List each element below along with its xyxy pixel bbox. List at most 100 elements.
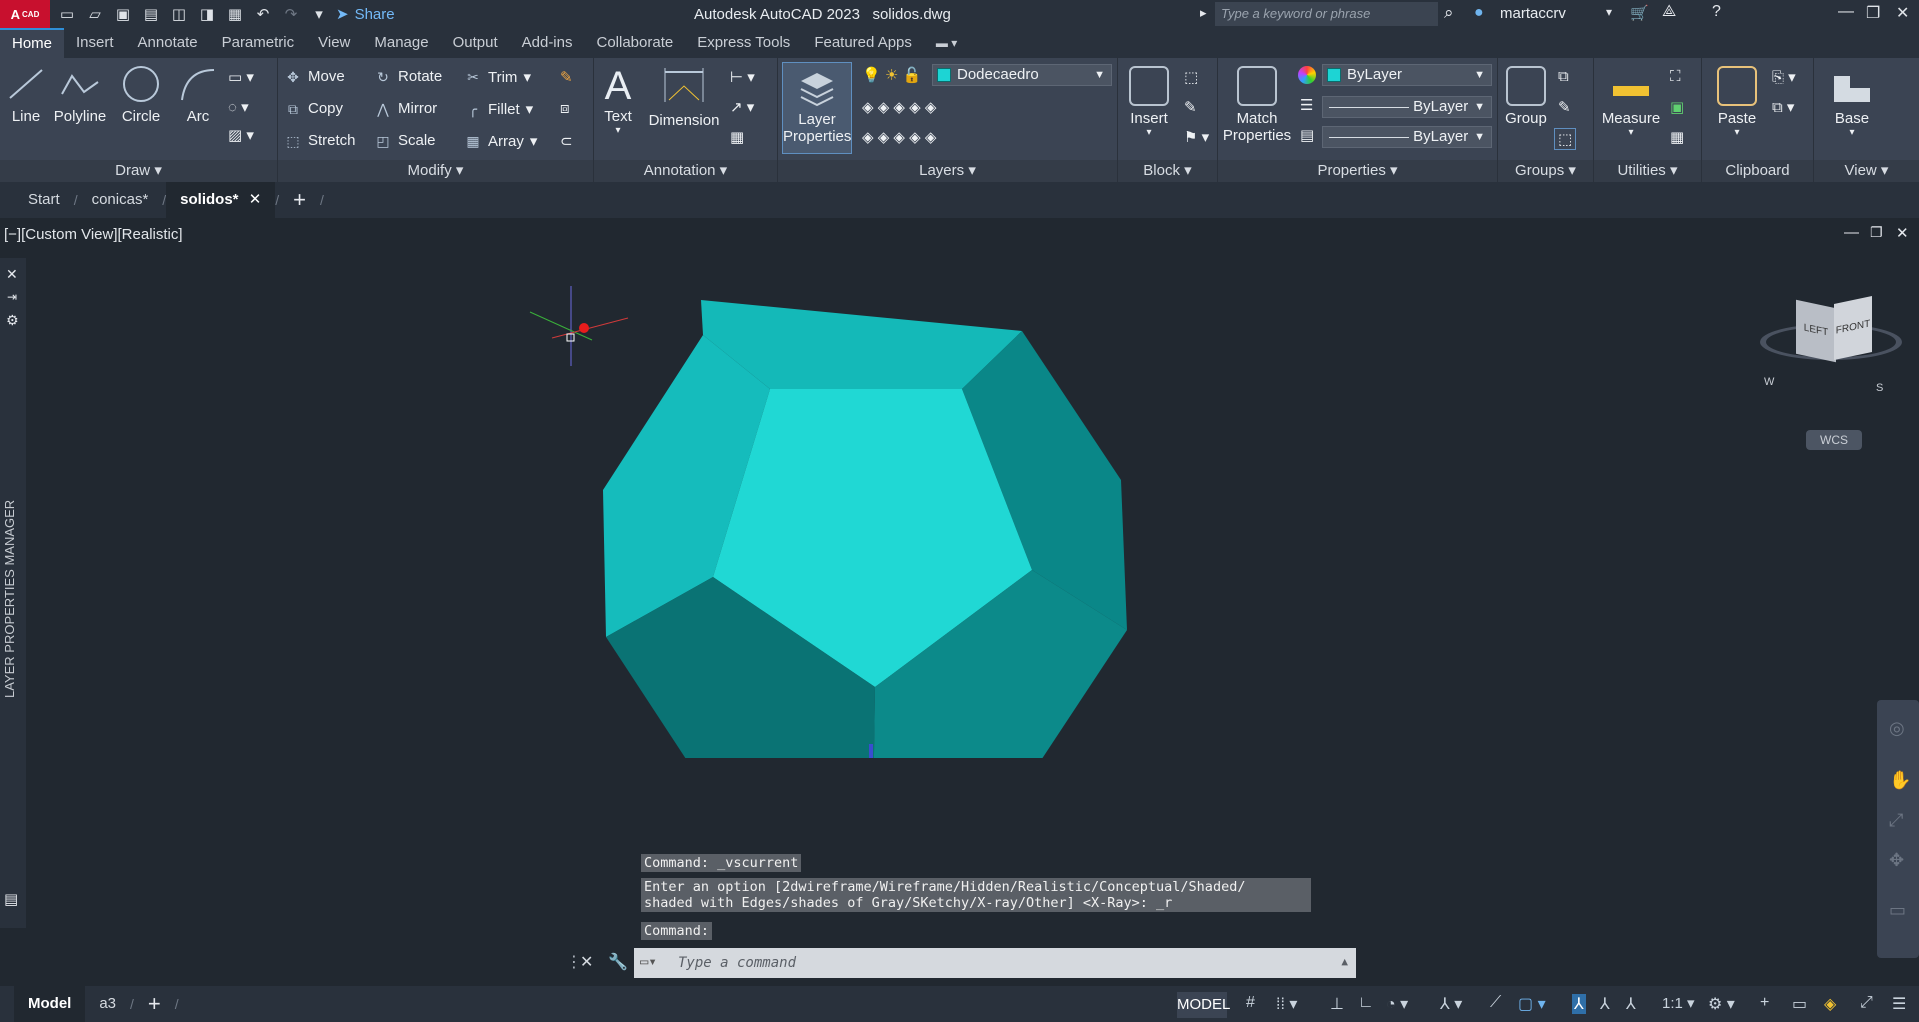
rectangle-icon[interactable]: ▭ ▾ xyxy=(228,68,254,86)
doc-tab-start[interactable]: Start xyxy=(14,182,74,218)
groups-panel-label[interactable]: Groups ▾ xyxy=(1498,160,1593,182)
tab-add-ins[interactable]: Add-ins xyxy=(510,28,585,58)
ungroup-icon[interactable]: ⧉ xyxy=(1558,68,1569,85)
layout-tab-a3[interactable]: a3 xyxy=(85,986,130,1022)
maximize-icon[interactable]: ❐ xyxy=(1866,3,1880,23)
viewcube-left-face[interactable]: LEFT xyxy=(1796,299,1836,363)
tab-manage[interactable]: Manage xyxy=(362,28,440,58)
cut-icon[interactable]: ⎘ ▾ xyxy=(1772,68,1796,86)
save-icon[interactable]: ▣ xyxy=(114,5,132,23)
edit-block-icon[interactable]: ✎ xyxy=(1184,98,1197,116)
share-button[interactable]: ➤ Share xyxy=(336,5,395,24)
table-icon[interactable]: ▦ xyxy=(730,128,744,146)
doc-tab-conicas[interactable]: conicas* xyxy=(78,182,163,218)
annotation-scale-value[interactable]: 1:1 ▾ xyxy=(1662,994,1695,1012)
search-input[interactable]: Type a keyword or phrase xyxy=(1215,2,1438,26)
new-file-icon[interactable]: ▭ xyxy=(58,5,76,23)
wcs-dropdown[interactable]: WCS xyxy=(1806,430,1862,450)
view-panel-label[interactable]: View ▾ xyxy=(1814,160,1919,182)
workspace-gear-icon[interactable]: ⚙ ▾ xyxy=(1708,994,1735,1014)
gradient-icon[interactable]: ▨ ▾ xyxy=(228,126,254,144)
trim-button[interactable]: ✂ Trim ▾ xyxy=(464,68,531,87)
open-folder-icon[interactable]: ▱ xyxy=(86,5,104,23)
block-panel-label[interactable]: Block ▾ xyxy=(1118,160,1217,182)
tab-insert[interactable]: Insert xyxy=(64,28,126,58)
undo-icon[interactable]: ↶ xyxy=(254,5,272,23)
match-properties-button[interactable]: Match Properties xyxy=(1222,66,1292,144)
cart-icon[interactable]: 🛒 xyxy=(1630,4,1649,22)
group-button[interactable]: Group xyxy=(1502,66,1550,127)
print-icon[interactable]: ▦ xyxy=(226,5,244,23)
select-all-icon[interactable]: ▣ xyxy=(1670,98,1684,116)
search-icon[interactable]: ⌕ xyxy=(1444,3,1454,23)
layers-panel-label[interactable]: Layers ▾ xyxy=(778,160,1117,182)
line-button[interactable]: Line xyxy=(6,64,46,125)
model-space-button[interactable]: MODEL xyxy=(1177,992,1230,1018)
ribbon-display-toggle[interactable]: ▬ ▾ xyxy=(924,28,969,58)
modify-panel-label[interactable]: Modify ▾ xyxy=(278,160,593,182)
fillet-button[interactable]: ╭ Fillet ▾ xyxy=(464,100,533,119)
tab-annotate[interactable]: Annotate xyxy=(126,28,210,58)
polar-icon[interactable]: ◔ ▾ xyxy=(1386,994,1408,1014)
annotation-autoscale-icon[interactable]: ⅄ xyxy=(1600,994,1610,1014)
annotation-scale-icon[interactable]: ⅄ xyxy=(1626,994,1636,1014)
linetype-dropdown[interactable]: ByLayer ▼ xyxy=(1322,96,1492,118)
pan-icon[interactable]: ✋ xyxy=(1889,770,1911,791)
isolate-objects-icon[interactable]: ◈ xyxy=(1824,994,1836,1014)
redo-icon[interactable]: ↷ xyxy=(282,5,300,23)
quick-select-icon[interactable]: ⛶ xyxy=(1670,68,1681,85)
snap-icon[interactable]: ⁞⁞ ▾ xyxy=(1276,994,1297,1014)
stretch-button[interactable]: ⬚ Stretch xyxy=(284,132,355,149)
showmotion-icon[interactable]: ▭ xyxy=(1889,900,1906,921)
base-button[interactable]: Base ▾ xyxy=(1824,66,1880,138)
new-layout-icon[interactable]: + xyxy=(134,991,175,1017)
help-icon[interactable]: ? xyxy=(1712,3,1721,21)
annotation-visibility-icon[interactable]: ⅄ xyxy=(1572,994,1586,1014)
explode-icon[interactable]: ⧈ xyxy=(560,100,570,117)
layout-tab-model[interactable]: Model xyxy=(14,986,86,1022)
layer-tools-row1-icon[interactable]: ◈ ◈ ◈ ◈ ◈ xyxy=(862,98,936,116)
customization-menu-icon[interactable]: ☰ xyxy=(1892,994,1906,1014)
calculator-icon[interactable]: ▦ xyxy=(1670,128,1684,146)
insert-button[interactable]: Insert ▾ xyxy=(1124,66,1174,138)
draw-panel-label[interactable]: Draw ▾ xyxy=(0,160,277,182)
customize-toolbar-icon[interactable]: ▾ xyxy=(310,5,328,23)
command-customize-icon[interactable]: 🔧 xyxy=(608,952,628,972)
array-button[interactable]: ▦ Array ▾ xyxy=(464,132,537,151)
autocad-logo[interactable]: A CAD xyxy=(0,0,50,28)
tab-view[interactable]: View xyxy=(306,28,362,58)
viewport-close-icon[interactable]: ✕ xyxy=(1896,224,1909,242)
create-block-icon[interactable]: ⬚ xyxy=(1184,68,1198,86)
object-snap-icon[interactable]: ▢ ▾ xyxy=(1518,994,1546,1014)
utilities-panel-label[interactable]: Utilities ▾ xyxy=(1594,160,1701,182)
paste-button[interactable]: Paste ▾ xyxy=(1712,66,1762,138)
command-input[interactable]: ▭▾ Type a command ▲ xyxy=(634,948,1356,978)
open-web-icon[interactable]: ◫ xyxy=(170,5,188,23)
edit-attributes-icon[interactable]: ⚑ ▾ xyxy=(1184,128,1209,146)
infer-constraints-icon[interactable]: ⊥ xyxy=(1330,994,1344,1014)
palette-close-icon[interactable]: ✕ xyxy=(6,266,18,283)
drawing-viewport[interactable]: [−][Custom View][Realistic] — ❐ ✕ ✕ ⇥ ⚙ … xyxy=(0,218,1919,976)
layer-properties-button[interactable]: Layer Properties xyxy=(782,62,852,154)
close-tab-icon[interactable]: ✕ xyxy=(249,191,262,208)
properties-panel-label[interactable]: Properties ▾ xyxy=(1218,160,1497,182)
color-wheel-icon[interactable] xyxy=(1298,66,1316,84)
annotation-monitor-icon[interactable]: + xyxy=(1760,994,1769,1012)
viewport-restore-icon[interactable]: ❐ xyxy=(1870,224,1883,241)
layer-properties-manager-palette[interactable]: ✕ ⇥ ⚙ LAYER PROPERTIES MANAGER ▤ xyxy=(0,258,26,928)
tab-parametric[interactable]: Parametric xyxy=(210,28,307,58)
lineweight-status-icon[interactable]: ⟋ xyxy=(1490,994,1501,1012)
minimize-icon[interactable]: — xyxy=(1838,3,1854,21)
layer-state-icons[interactable]: 💡 ☀ 🔓 xyxy=(862,66,921,84)
chevron-right-icon[interactable]: ▸ xyxy=(1200,5,1207,21)
hatch-icon[interactable]: ◌ ▾ xyxy=(228,98,249,116)
layer-tools-row2-icon[interactable]: ◈ ◈ ◈ ◈ ◈ xyxy=(862,128,936,146)
group-edit-icon[interactable]: ✎ xyxy=(1558,98,1571,116)
text-button[interactable]: A Text ▾ xyxy=(600,64,636,136)
measure-button[interactable]: Measure ▾ xyxy=(1598,66,1664,138)
move-button[interactable]: ✥ Move xyxy=(284,68,345,85)
copy-clip-icon[interactable]: ⧉ ▾ xyxy=(1772,98,1794,116)
ortho-icon[interactable]: ∟ xyxy=(1358,994,1374,1012)
dimension-button[interactable]: Dimension xyxy=(646,64,722,129)
viewport-minimize-icon[interactable]: — xyxy=(1844,224,1859,241)
